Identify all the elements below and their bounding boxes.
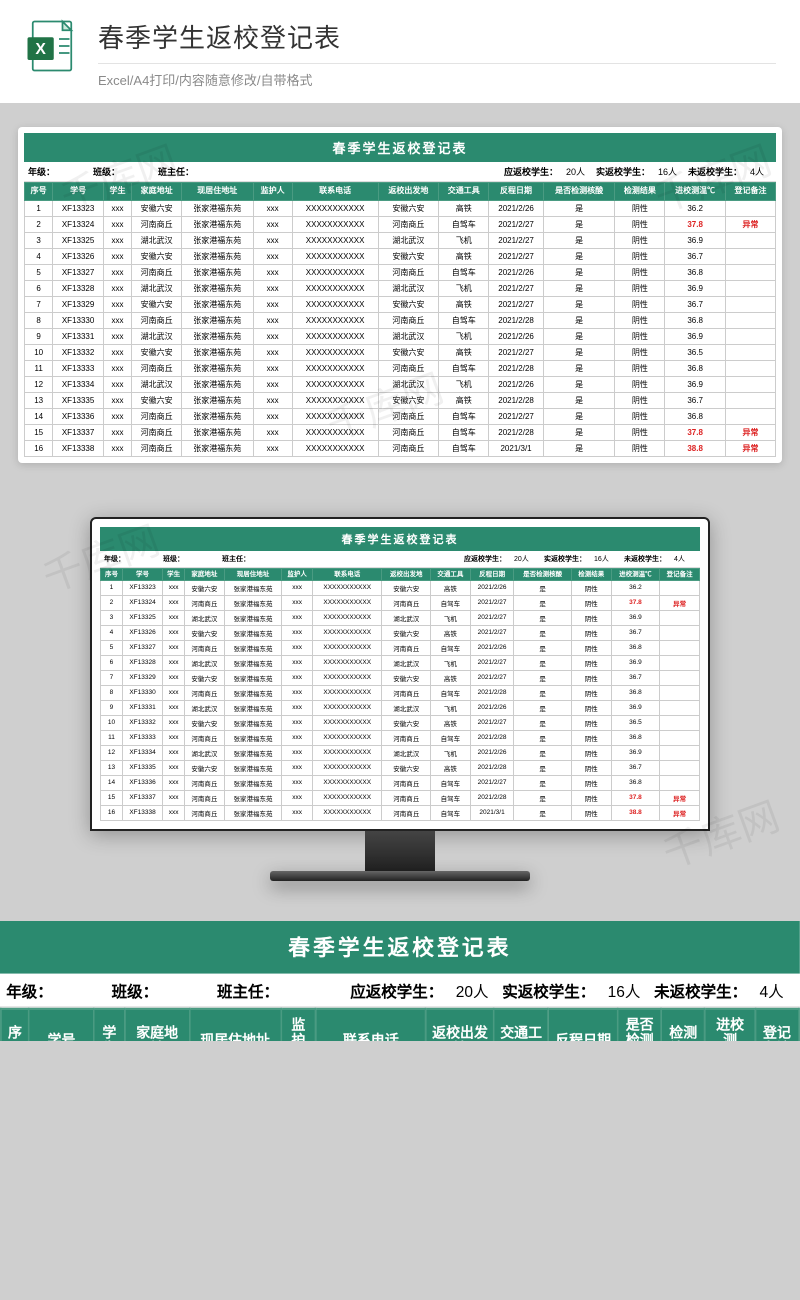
table-row: 14XF13336xxx河南商丘张家港福东苑xxxXXXXXXXXXXX河南商丘… <box>101 775 700 790</box>
col-header: 监护人 <box>253 183 292 201</box>
table-row: 6XF13328xxx湖北武汉张家港福东苑xxxXXXXXXXXXXX湖北武汉飞… <box>25 280 776 296</box>
table-row: 15XF13337xxx河南商丘张家港福东苑xxxXXXXXXXXXXX河南商丘… <box>25 424 776 440</box>
sheet-title: 春季学生返校登记表 <box>24 133 776 162</box>
info-row: 年级：班级：班主任：应返校学生：20人实返校学生：16人未返校学生：4人 <box>24 162 776 182</box>
col-header: 学生 <box>163 568 185 580</box>
table-row: 16XF13338xxx河南商丘张家港福东苑xxxXXXXXXXXXXX河南商丘… <box>25 440 776 456</box>
col-header: 进校测温℃ <box>705 1009 755 1041</box>
monitor-stand <box>365 831 435 871</box>
table-row: 2XF13324xxx河南商丘张家港福东苑xxxXXXXXXXXXXX河南商丘自… <box>101 595 700 610</box>
table-row: 8XF13330xxx河南商丘张家港福东苑xxxXXXXXXXXXXX河南商丘自… <box>101 685 700 700</box>
col-header: 返校出发地 <box>426 1009 494 1041</box>
data-table: 序号学号学生家庭地址现居住地址监护人联系电话返校出发地交通工具反程日期是否检测核… <box>100 568 700 821</box>
col-header: 检测结果 <box>615 183 665 201</box>
preview-card: 千库网 千库网 千库网 春季学生返校登记表年级：班级：班主任：应返校学生：20人… <box>18 127 782 463</box>
col-header: 返校出发地 <box>382 568 431 580</box>
sheet-title: 春季学生返校登记表 <box>0 921 800 974</box>
table-row: 9XF13331xxx湖北武汉张家港福东苑xxxXXXXXXXXXXX湖北武汉飞… <box>101 700 700 715</box>
col-header: 进校测温℃ <box>611 568 660 580</box>
table-row: 14XF13336xxx河南商丘张家港福东苑xxxXXXXXXXXXXX河南商丘… <box>25 408 776 424</box>
sheet-title: 春季学生返校登记表 <box>100 527 700 551</box>
col-header: 反程日期 <box>470 568 514 580</box>
info-row: 年级：班级：班主任：应返校学生：20人实返校学生：16人未返校学生：4人 <box>0 974 800 1008</box>
col-header: 是否检测核酸 <box>514 568 572 580</box>
col-header: 交通工具 <box>431 568 471 580</box>
info-row: 年级：班级：班主任：应返校学生：20人实返校学生：16人未返校学生：4人 <box>100 551 700 568</box>
col-header: 序号 <box>1 1009 30 1041</box>
table-row: 9XF13331xxx湖北武汉张家港福东苑xxxXXXXXXXXXXX湖北武汉飞… <box>25 328 776 344</box>
table-row: 7XF13329xxx安徽六安张家港福东苑xxxXXXXXXXXXXX安徽六安高… <box>101 670 700 685</box>
col-header: 返校出发地 <box>378 183 439 201</box>
col-header: 联系电话 <box>316 1009 426 1041</box>
col-header: 联系电话 <box>292 183 378 201</box>
monitor-mockup: 春季学生返校登记表年级：班级：班主任：应返校学生：20人实返校学生：16人未返校… <box>90 517 710 881</box>
table-row: 7XF13329xxx安徽六安张家港福东苑xxxXXXXXXXXXXX安徽六安高… <box>25 296 776 312</box>
table-row: 6XF13328xxx湖北武汉张家港福东苑xxxXXXXXXXXXXX湖北武汉飞… <box>101 655 700 670</box>
col-header: 现居住地址 <box>182 183 253 201</box>
table-row: 10XF13332xxx安徽六安张家港福东苑xxxXXXXXXXXXXX安徽六安… <box>101 715 700 730</box>
col-header: 学号 <box>53 183 104 201</box>
svg-text:X: X <box>35 41 46 58</box>
table-row: 4XF13326xxx安徽六安张家港福东苑xxxXXXXXXXXXXX安徽六安高… <box>25 248 776 264</box>
table-row: 13XF13335xxx安徽六安张家港福东苑xxxXXXXXXXXXXX安徽六安… <box>101 760 700 775</box>
table-row: 3XF13325xxx湖北武汉张家港福东苑xxxXXXXXXXXXXX湖北武汉飞… <box>101 610 700 625</box>
table-row: 10XF13332xxx安徽六安张家港福东苑xxxXXXXXXXXXXX安徽六安… <box>25 344 776 360</box>
col-header: 学生 <box>94 1009 125 1041</box>
col-header: 家庭地址 <box>132 183 182 201</box>
title-bar: X 春季学生返校登记表 Excel/A4打印/内容随意修改/自带格式 <box>0 0 800 103</box>
col-header: 反程日期 <box>489 183 544 201</box>
table-row: 11XF13333xxx河南商丘张家港福东苑xxxXXXXXXXXXXX河南商丘… <box>101 730 700 745</box>
col-header: 是否检测核酸 <box>618 1009 661 1041</box>
col-header: 家庭地址 <box>185 568 225 580</box>
table-row: 11XF13333xxx河南商丘张家港福东苑xxxXXXXXXXXXXX河南商丘… <box>25 360 776 376</box>
table-row: 12XF13334xxx湖北武汉张家港福东苑xxxXXXXXXXXXXX湖北武汉… <box>101 745 700 760</box>
col-header: 家庭地址 <box>125 1009 189 1041</box>
table-row: 5XF13327xxx河南商丘张家港福东苑xxxXXXXXXXXXXX河南商丘自… <box>101 640 700 655</box>
table-row: 4XF13326xxx安徽六安张家港福东苑xxxXXXXXXXXXXX安徽六安高… <box>101 625 700 640</box>
col-header: 现居住地址 <box>224 568 282 580</box>
table-row: 16XF13338xxx河南商丘张家港福东苑xxxXXXXXXXXXXX河南商丘… <box>101 805 700 820</box>
col-header: 学号 <box>122 568 162 580</box>
col-header: 是否检测核酸 <box>543 183 614 201</box>
col-header: 登记备注 <box>755 1009 799 1041</box>
table-row: 12XF13334xxx湖北武汉张家港福东苑xxxXXXXXXXXXXX湖北武汉… <box>25 376 776 392</box>
col-header: 学生 <box>103 183 131 201</box>
col-header: 交通工具 <box>494 1009 548 1041</box>
spreadsheet-preview: 春季学生返校登记表年级：班级：班主任：应返校学生：20人实返校学生：16人未返校… <box>100 527 700 821</box>
excel-file-icon: X <box>24 18 80 74</box>
page-title: 春季学生返校登记表 <box>98 18 776 55</box>
col-header: 监护人 <box>281 1009 316 1041</box>
col-header: 联系电话 <box>313 568 382 580</box>
col-header: 检测结果 <box>571 568 611 580</box>
table-row: 1XF13323xxx安徽六安张家港福东苑xxxXXXXXXXXXXX安徽六安高… <box>25 200 776 216</box>
spreadsheet-preview: 春季学生返校登记表年级：班级：班主任：应返校学生：20人实返校学生：16人未返校… <box>0 921 800 1041</box>
table-row: 8XF13330xxx河南商丘张家港福东苑xxxXXXXXXXXXXX河南商丘自… <box>25 312 776 328</box>
col-header: 序号 <box>25 183 53 201</box>
col-header: 现居住地址 <box>189 1009 280 1041</box>
col-header: 序号 <box>101 568 123 580</box>
col-header: 登记备注 <box>726 183 776 201</box>
monitor-base <box>270 871 530 881</box>
col-header: 交通工具 <box>439 183 489 201</box>
table-row: 2XF13324xxx河南商丘张家港福东苑xxxXXXXXXXXXXX河南商丘自… <box>25 216 776 232</box>
table-row: 3XF13325xxx湖北武汉张家港福东苑xxxXXXXXXXXXXX湖北武汉飞… <box>25 232 776 248</box>
col-header: 反程日期 <box>548 1009 618 1041</box>
page-subtitle: Excel/A4打印/内容随意修改/自带格式 <box>98 70 776 89</box>
data-table: 序号学号学生家庭地址现居住地址监护人联系电话返校出发地交通工具反程日期是否检测核… <box>24 182 776 457</box>
divider <box>98 63 776 64</box>
zoom-strip: 春季学生返校登记表年级：班级：班主任：应返校学生：20人实返校学生：16人未返校… <box>0 921 800 1041</box>
col-header: 进校测温℃ <box>665 183 726 201</box>
data-table: 序号学号学生家庭地址现居住地址监护人联系电话返校出发地交通工具反程日期是否检测核… <box>0 1008 800 1041</box>
col-header: 检测结果 <box>661 1009 705 1041</box>
col-header: 登记备注 <box>660 568 700 580</box>
table-row: 1XF13323xxx安徽六安张家港福东苑xxxXXXXXXXXXXX安徽六安高… <box>101 580 700 595</box>
col-header: 监护人 <box>282 568 313 580</box>
col-header: 学号 <box>29 1009 93 1041</box>
table-row: 15XF13337xxx河南商丘张家港福东苑xxxXXXXXXXXXXX河南商丘… <box>101 790 700 805</box>
table-row: 13XF13335xxx安徽六安张家港福东苑xxxXXXXXXXXXXX安徽六安… <box>25 392 776 408</box>
spreadsheet-preview: 春季学生返校登记表年级：班级：班主任：应返校学生：20人实返校学生：16人未返校… <box>24 133 776 457</box>
table-row: 5XF13327xxx河南商丘张家港福东苑xxxXXXXXXXXXXX河南商丘自… <box>25 264 776 280</box>
